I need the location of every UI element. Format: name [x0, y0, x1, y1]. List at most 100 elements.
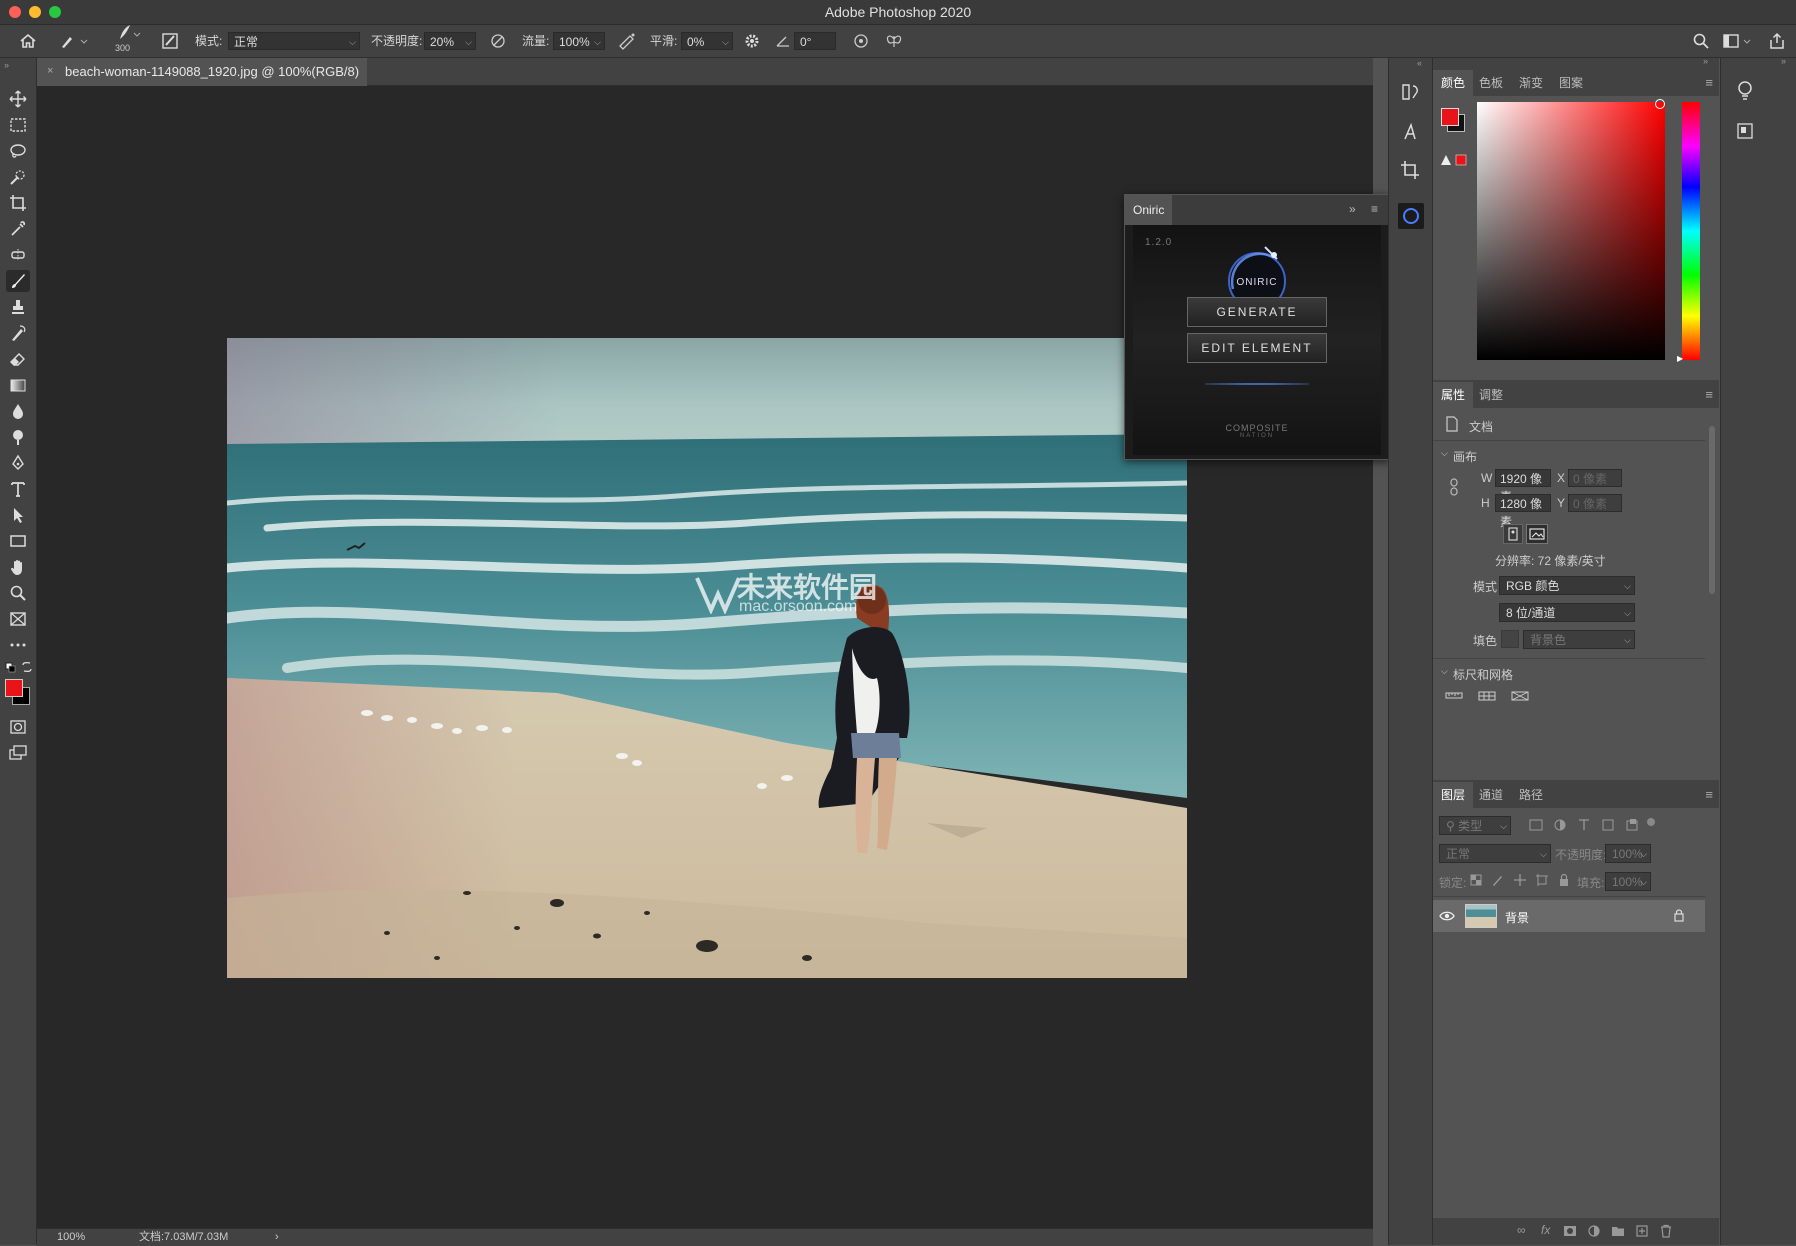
eraser-tool-icon[interactable] [6, 348, 30, 370]
panel-menu-icon[interactable]: ≡ [1371, 202, 1378, 216]
filter-adjustment-icon[interactable] [1553, 818, 1567, 835]
share-icon[interactable] [1768, 25, 1786, 57]
smoothing-settings-gear-icon[interactable] [743, 25, 761, 57]
expand-panels-icon[interactable]: « [1417, 58, 1422, 68]
lock-position-icon[interactable] [1513, 873, 1527, 890]
document-tab[interactable]: × beach-woman-1149088_1920.jpg @ 100%(RG… [37, 58, 367, 86]
brush-tool-icon[interactable] [6, 270, 30, 292]
properties-panel-menu-icon[interactable]: ≡ [1705, 387, 1713, 402]
libraries-panel-icon[interactable] [1736, 122, 1754, 143]
grid-icon[interactable] [1478, 690, 1496, 705]
dodge-tool-icon[interactable] [6, 426, 30, 448]
more-tools-icon[interactable] [6, 634, 30, 656]
foreground-color-swatch[interactable] [5, 679, 23, 697]
tab-adjustments[interactable]: 调整 [1471, 382, 1511, 408]
lock-pixels-brush-icon[interactable] [1491, 873, 1505, 890]
layer-style-fx-icon[interactable]: fx [1541, 1223, 1550, 1237]
canvas-width-input[interactable]: 1920 像素 [1495, 469, 1551, 504]
mode-select[interactable]: 正常 ⌵ [228, 32, 360, 50]
pressure-size-icon[interactable] [851, 25, 871, 57]
bit-depth-select[interactable]: 8 位/通道 ⌵ [1499, 603, 1635, 622]
gradient-tool-icon[interactable] [6, 374, 30, 396]
layer-name[interactable]: 背景 [1505, 909, 1529, 926]
canvas-x-input[interactable]: 0 像素 [1568, 469, 1622, 487]
workspace-switcher-icon[interactable] [1722, 25, 1754, 57]
rulers-grids-section-title[interactable]: 标尺和网格 [1453, 666, 1513, 683]
tab-swatches[interactable]: 色板 [1471, 70, 1511, 96]
clone-stamp-tool-icon[interactable] [6, 296, 30, 318]
layer-lock-icon[interactable] [1673, 909, 1685, 925]
quick-selection-tool-icon[interactable] [6, 166, 30, 188]
lasso-tool-icon[interactable] [6, 140, 30, 162]
minimize-window-button[interactable] [29, 6, 41, 18]
zoom-level[interactable]: 100% [57, 1229, 85, 1246]
hue-slider-handle[interactable]: ▶ [1677, 354, 1683, 363]
filter-shape-icon[interactable] [1601, 818, 1615, 835]
color-picker-cursor[interactable] [1655, 99, 1665, 109]
brush-angle-input[interactable]: 0° [794, 32, 836, 50]
default-colors-icon[interactable] [5, 662, 17, 677]
new-adjustment-layer-icon[interactable] [1587, 1224, 1601, 1241]
chevron-down-icon[interactable]: ⌵ [1441, 666, 1448, 677]
brush-preset-picker-icon[interactable] [112, 21, 142, 41]
hand-tool-icon[interactable] [6, 556, 30, 578]
document-image[interactable]: 未来软件园 mac.orsoon.com [227, 338, 1187, 978]
symmetry-butterfly-icon[interactable] [884, 25, 904, 57]
layer-fill-input[interactable]: 100% ⌵ [1605, 872, 1651, 891]
close-tab-icon[interactable]: × [47, 58, 53, 85]
swap-colors-icon[interactable] [21, 661, 33, 676]
new-layer-icon[interactable] [1635, 1224, 1649, 1241]
pressure-opacity-icon[interactable] [488, 25, 508, 57]
blend-mode-select[interactable]: 正常 ⌵ [1439, 844, 1551, 863]
collapse-toolbar-icon[interactable]: » [4, 60, 9, 70]
home-icon[interactable] [18, 25, 38, 57]
out-of-gamut-warning-icon[interactable] [1441, 154, 1467, 169]
oniric-panel-icon[interactable] [1398, 203, 1424, 229]
blur-tool-icon[interactable] [6, 400, 30, 422]
canvas-section-title[interactable]: 画布 [1453, 448, 1477, 465]
pen-tool-icon[interactable] [6, 452, 30, 474]
healing-brush-tool-icon[interactable] [6, 244, 30, 266]
fill-color-swatch[interactable] [1501, 630, 1519, 648]
layer-filter-select[interactable]: ⚲ 类型 ⌵ [1439, 816, 1511, 835]
lock-transparency-icon[interactable] [1469, 873, 1483, 890]
landscape-orientation-icon[interactable] [1526, 524, 1548, 544]
brush-settings-panel-icon[interactable] [160, 25, 180, 57]
quick-mask-icon[interactable] [6, 716, 30, 738]
add-mask-icon[interactable] [1563, 1224, 1577, 1241]
filter-smart-object-icon[interactable] [1625, 818, 1639, 835]
flow-input[interactable]: 100% ⌵ [553, 32, 605, 50]
rectangle-tool-icon[interactable] [6, 530, 30, 552]
portrait-orientation-icon[interactable] [1503, 524, 1523, 544]
color-panel-menu-icon[interactable]: ≡ [1705, 75, 1713, 90]
history-brush-tool-icon[interactable] [6, 322, 30, 344]
tab-channels[interactable]: 通道 [1471, 782, 1511, 808]
chevron-down-icon[interactable]: ⌵ [1441, 448, 1448, 459]
delete-layer-trash-icon[interactable] [1659, 1224, 1673, 1241]
fill-select[interactable]: 背景色 ⌵ [1523, 630, 1635, 649]
link-layers-icon[interactable]: ∞ [1517, 1223, 1526, 1237]
generate-button[interactable]: GENERATE [1187, 297, 1327, 327]
collapse-panel-icon[interactable]: » [1349, 202, 1356, 216]
expand-column-icon[interactable]: » [1781, 56, 1786, 66]
canvas-area[interactable]: 未来软件园 mac.orsoon.com Oniric » ≡ 1.2.0 ON… [37, 86, 1390, 1228]
brush-tool-preset-icon[interactable] [58, 25, 88, 57]
collapse-dock-icon[interactable]: » [1703, 56, 1708, 66]
tab-layers[interactable]: 图层 [1433, 782, 1474, 808]
tab-gradients[interactable]: 渐变 [1511, 70, 1551, 96]
guides-icon[interactable] [1511, 690, 1529, 705]
new-group-folder-icon[interactable] [1611, 1224, 1625, 1241]
oniric-tab[interactable]: Oniric [1125, 195, 1173, 225]
layers-panel-menu-icon[interactable]: ≡ [1705, 787, 1713, 802]
canvas-y-input[interactable]: 0 像素 [1568, 494, 1622, 512]
path-selection-tool-icon[interactable] [6, 504, 30, 526]
link-dimensions-icon[interactable] [1449, 478, 1459, 499]
canvas-height-input[interactable]: 1280 像素 [1495, 494, 1551, 529]
color-saturation-field[interactable] [1477, 102, 1665, 360]
layer-opacity-input[interactable]: 100% ⌵ [1605, 844, 1651, 863]
opacity-input[interactable]: 20% ⌵ [424, 32, 476, 50]
zoom-window-button[interactable] [49, 6, 61, 18]
move-tool-icon[interactable] [6, 88, 30, 110]
foreground-color-chip[interactable] [1441, 108, 1459, 126]
eyedropper-tool-icon[interactable] [6, 218, 30, 240]
